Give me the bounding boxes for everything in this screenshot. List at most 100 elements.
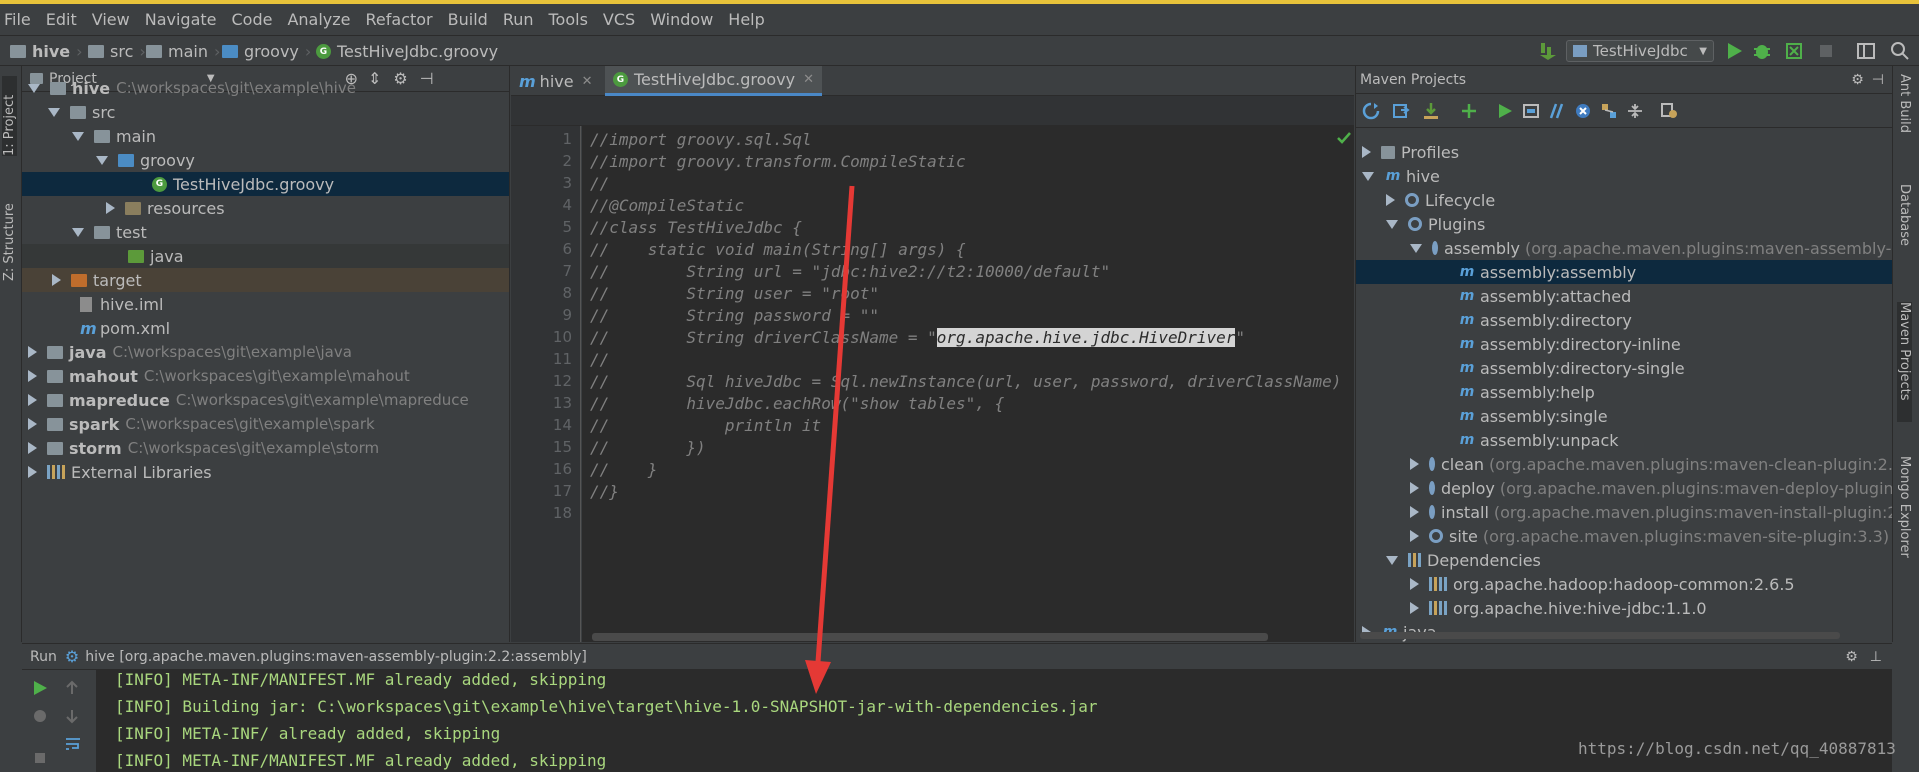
maven-item-site[interactable]: site (org.apache.maven.plugins:maven-sit…: [1356, 524, 1892, 548]
breadcrumb-file[interactable]: G TestHiveJdbc.groovy: [316, 42, 498, 61]
soft-wrap-icon[interactable]: [64, 736, 82, 752]
tree-item-spark[interactable]: spark C:\workspaces\git\example\spark: [22, 412, 509, 436]
run-maven-icon[interactable]: [1496, 102, 1514, 120]
tree-item-mahout[interactable]: mahout C:\workspaces\git\example\mahout: [22, 364, 509, 388]
arrow-up-icon[interactable]: [64, 680, 80, 696]
maven-item-assembly[interactable]: assembly (org.apache.maven.plugins:maven…: [1356, 236, 1892, 260]
hide-panel-icon[interactable]: ⊥: [1870, 649, 1882, 665]
maven-goal-assembly-directory-inline[interactable]: m assembly:directory-inline: [1356, 332, 1892, 356]
tab-mongo-explorer[interactable]: Mongo Explorer: [1897, 456, 1912, 586]
maven-item-install[interactable]: install (org.apache.maven.plugins:maven-…: [1356, 500, 1892, 524]
maven-goal-assembly-directory[interactable]: m assembly:directory: [1356, 308, 1892, 332]
tree-item-test-java[interactable]: java: [22, 244, 509, 268]
menu-edit[interactable]: Edit: [46, 10, 77, 29]
tab-hive[interactable]: m hive ✕: [511, 66, 600, 96]
tree-item-src[interactable]: src: [22, 100, 509, 124]
menu-vcs[interactable]: VCS: [603, 10, 635, 29]
menu-run[interactable]: Run: [503, 10, 534, 29]
pause-icon[interactable]: [32, 708, 48, 724]
reimport-icon[interactable]: [1362, 102, 1380, 120]
breadcrumb-hive[interactable]: hive ›: [10, 42, 87, 61]
execute-goal-icon[interactable]: [1522, 102, 1540, 120]
tree-item-hive-iml[interactable]: hive.iml: [22, 292, 509, 316]
tree-item-mapreduce[interactable]: mapreduce C:\workspaces\git\example\mapr…: [22, 388, 509, 412]
maven-goal-assembly-help[interactable]: m assembly:help: [1356, 380, 1892, 404]
toggle-offline-icon[interactable]: [1548, 102, 1566, 120]
stop-icon[interactable]: [1816, 41, 1836, 61]
build-icon[interactable]: [1538, 41, 1558, 61]
stop-icon[interactable]: [32, 750, 48, 766]
tab-project[interactable]: 1: Project: [2, 76, 17, 156]
tab-structure[interactable]: Z: Structure: [2, 186, 17, 281]
coverage-icon[interactable]: [1784, 41, 1804, 61]
menu-analyze[interactable]: Analyze: [287, 10, 350, 29]
maven-goal-assembly-unpack[interactable]: m assembly:unpack: [1356, 428, 1892, 452]
tree-item-test[interactable]: test: [22, 220, 509, 244]
tree-item-hive[interactable]: hive C:\workspaces\git\example\hive: [22, 76, 509, 100]
tree-item-resources[interactable]: resources: [22, 196, 509, 220]
rerun-icon[interactable]: [32, 680, 48, 696]
dependencies-diagram-icon[interactable]: [1600, 102, 1618, 120]
tab-maven-projects[interactable]: Maven Projects: [1897, 302, 1912, 422]
project-structure-icon[interactable]: [1856, 41, 1876, 61]
maven-dep-hadoop-common[interactable]: org.apache.hadoop:hadoop-common:2.6.5: [1356, 572, 1892, 596]
code-line: // static void main(String[] args) {: [590, 240, 966, 262]
hide-panel-icon[interactable]: ⊣: [1872, 72, 1884, 88]
skip-tests-icon[interactable]: [1574, 102, 1592, 120]
code-editor[interactable]: //import groovy.sql.Sql //import groovy.t…: [582, 126, 1354, 642]
close-icon[interactable]: ✕: [582, 74, 593, 89]
menu-refactor[interactable]: Refactor: [366, 10, 433, 29]
add-icon[interactable]: [1460, 102, 1478, 120]
editor-horizontal-scrollbar[interactable]: [592, 633, 1268, 641]
run-config-tab[interactable]: hive [org.apache.maven.plugins:maven-ass…: [85, 649, 587, 665]
menu-file[interactable]: File: [4, 10, 31, 29]
tab-testhivejdbc[interactable]: G TestHiveJdbc.groovy ✕: [605, 66, 823, 96]
menu-build[interactable]: Build: [448, 10, 488, 29]
maven-item-profiles[interactable]: Profiles: [1356, 140, 1892, 164]
menu-tools[interactable]: Tools: [549, 10, 588, 29]
menu-navigate[interactable]: Navigate: [145, 10, 217, 29]
download-icon[interactable]: [1422, 102, 1440, 120]
code-line: //@CompileStatic: [590, 196, 744, 218]
debug-icon[interactable]: [1752, 41, 1772, 61]
maven-item-dependencies[interactable]: Dependencies: [1356, 548, 1892, 572]
search-icon[interactable]: [1890, 41, 1910, 61]
maven-goal-assembly-attached[interactable]: m assembly:attached: [1356, 284, 1892, 308]
tree-item-groovy[interactable]: groovy: [22, 148, 509, 172]
maven-item-plugins[interactable]: Plugins: [1356, 212, 1892, 236]
tree-item-testhivejdbc[interactable]: G TestHiveJdbc.groovy: [22, 172, 509, 196]
arrow-down-icon[interactable]: [64, 708, 80, 724]
maven-item-lifecycle[interactable]: Lifecycle: [1356, 188, 1892, 212]
maven-goal-assembly-single[interactable]: m assembly:single: [1356, 404, 1892, 428]
breadcrumb-groovy[interactable]: groovy ›: [222, 42, 315, 61]
generate-sources-icon[interactable]: [1392, 102, 1410, 120]
maven-item-deploy[interactable]: deploy (org.apache.maven.plugins:maven-d…: [1356, 476, 1892, 500]
tree-item-pom-xml[interactable]: m pom.xml: [22, 316, 509, 340]
close-icon[interactable]: ✕: [803, 72, 814, 87]
maven-horizontal-scrollbar[interactable]: [1360, 632, 1840, 639]
menu-view[interactable]: View: [92, 10, 130, 29]
collapse-all-icon[interactable]: [1626, 102, 1644, 120]
menu-help[interactable]: Help: [728, 10, 764, 29]
menu-window[interactable]: Window: [650, 10, 713, 29]
maven-dep-hive-jdbc[interactable]: org.apache.hive:hive-jdbc:1.1.0: [1356, 596, 1892, 620]
maven-goal-assembly-directory-single[interactable]: m assembly:directory-single: [1356, 356, 1892, 380]
breadcrumb-main[interactable]: main ›: [146, 42, 224, 61]
maven-item-hive[interactable]: m hive: [1356, 164, 1892, 188]
run-icon[interactable]: [1724, 41, 1744, 61]
breadcrumb-src[interactable]: src ›: [88, 42, 150, 61]
tree-item-target[interactable]: target: [22, 268, 509, 292]
tree-item-main[interactable]: main: [22, 124, 509, 148]
maven-item-clean[interactable]: clean (org.apache.maven.plugins:maven-cl…: [1356, 452, 1892, 476]
menu-code[interactable]: Code: [232, 10, 273, 29]
settings-icon[interactable]: ⚙: [1845, 649, 1858, 665]
tree-item-external-libraries[interactable]: External Libraries: [22, 460, 509, 484]
tree-item-java-module[interactable]: java C:\workspaces\git\example\java: [22, 340, 509, 364]
tab-ant-build[interactable]: Ant Build: [1897, 74, 1912, 164]
maven-goal-assembly-assembly[interactable]: m assembly:assembly: [1356, 260, 1892, 284]
run-config-select[interactable]: TestHiveJdbc ▼: [1566, 40, 1714, 62]
maven-settings-icon[interactable]: [1660, 102, 1678, 120]
tree-item-storm[interactable]: storm C:\workspaces\git\example\storm: [22, 436, 509, 460]
tab-database[interactable]: Database: [1897, 184, 1912, 264]
gear-icon[interactable]: ⚙: [1851, 72, 1864, 88]
